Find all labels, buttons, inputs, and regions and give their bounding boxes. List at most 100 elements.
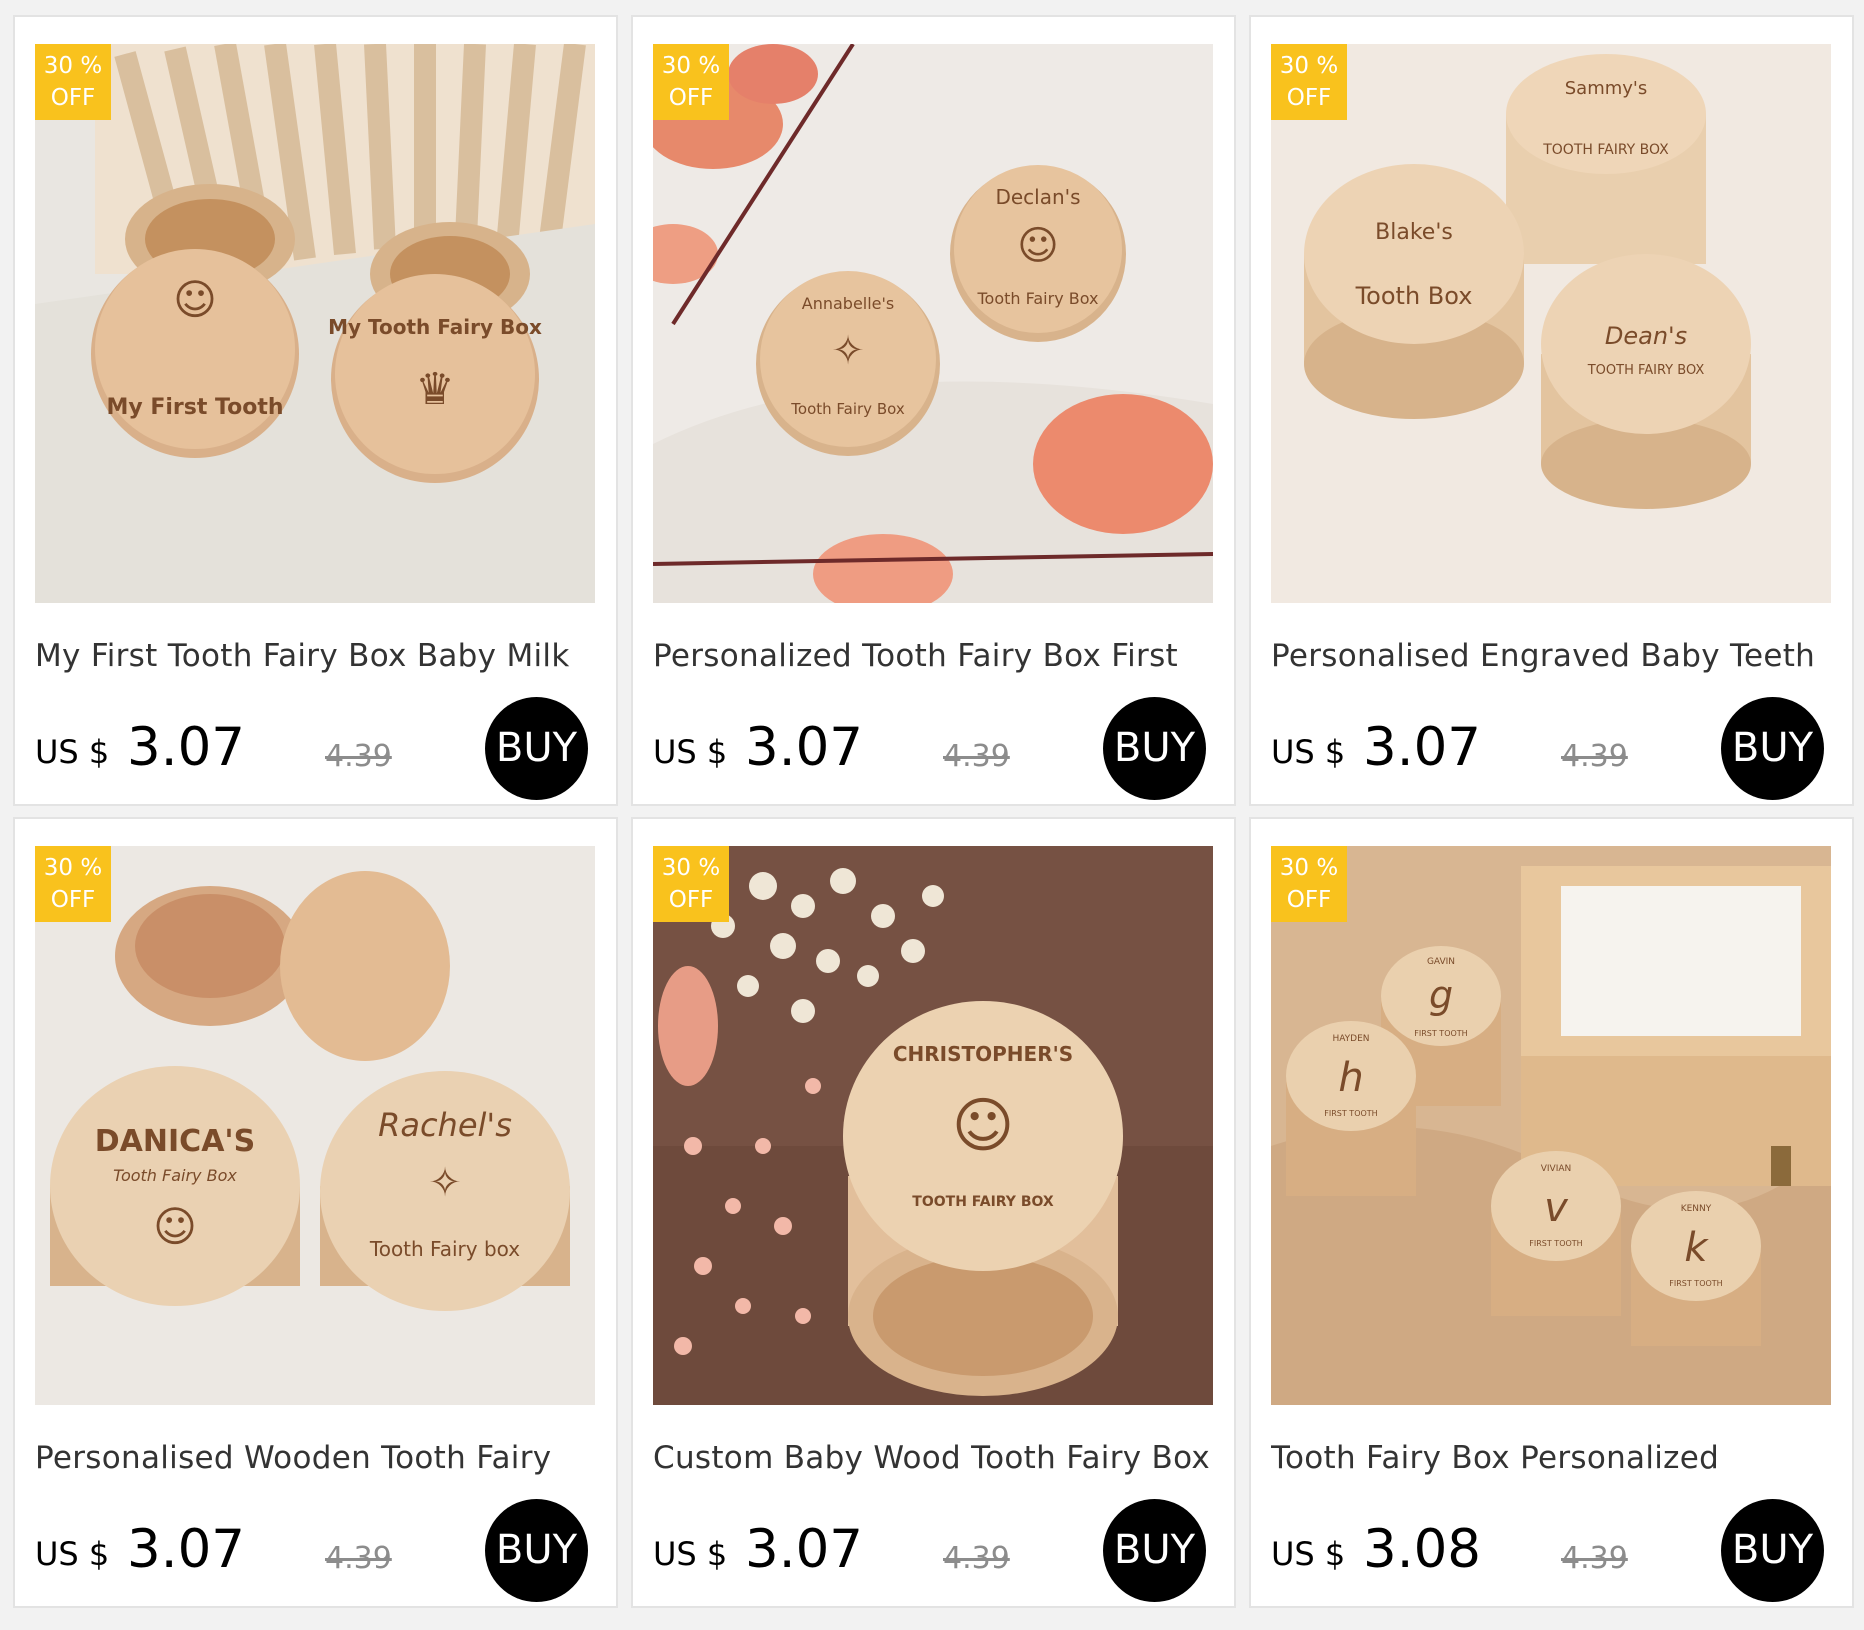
- product-card[interactable]: Annabelle's ✧ Tooth Fairy Box Declan's ☺…: [631, 15, 1236, 806]
- engraving-text: k: [1684, 1225, 1709, 1271]
- engraving-text: FIRST TOOTH: [1529, 1239, 1582, 1248]
- currency-label: US $: [35, 1535, 110, 1573]
- product-card[interactable]: ☺ My First Tooth My Tooth Fairy Box ♛ 30…: [13, 15, 618, 806]
- discount-percent: 30 %: [661, 855, 721, 881]
- product-image[interactable]: Sammy's TOOTH FAIRY BOX Blake's Tooth Bo…: [1271, 44, 1831, 603]
- currency-label: US $: [653, 733, 728, 771]
- product-photo: Sammy's TOOTH FAIRY BOX Blake's Tooth Bo…: [1271, 44, 1831, 603]
- svg-text:☺: ☺: [153, 1202, 197, 1251]
- discount-percent: 30 %: [1279, 53, 1339, 79]
- product-title[interactable]: Custom Baby Wood Tooth Fairy Box: [653, 1440, 1223, 1476]
- original-price: 4.39: [1561, 1541, 1628, 1576]
- buy-button[interactable]: BUY: [485, 1499, 588, 1602]
- engraving-text: v: [1544, 1185, 1569, 1231]
- product-photo: Annabelle's ✧ Tooth Fairy Box Declan's ☺…: [653, 44, 1213, 603]
- product-image[interactable]: DANICA'S Tooth Fairy Box ☺ Rachel's ✧ To…: [35, 846, 595, 1405]
- engraving-text: FIRST TOOTH: [1324, 1109, 1377, 1118]
- product-photo: DANICA'S Tooth Fairy Box ☺ Rachel's ✧ To…: [35, 846, 595, 1405]
- original-price: 4.39: [325, 1541, 392, 1576]
- original-price: 4.39: [943, 1541, 1010, 1576]
- discount-badge: 30 % OFF: [35, 44, 111, 120]
- engraving-text: DANICA'S: [95, 1124, 255, 1159]
- sale-price: 3.07: [127, 1519, 246, 1580]
- product-image[interactable]: g GAVIN FIRST TOOTH h HAYDEN FIRST TOOTH…: [1271, 846, 1831, 1405]
- sale-price: 3.07: [745, 1519, 864, 1580]
- svg-text:☺: ☺: [1017, 223, 1059, 269]
- engraving-text: Tooth Fairy Box: [977, 289, 1099, 308]
- discount-off: OFF: [668, 887, 714, 913]
- svg-text:♛: ♛: [415, 364, 454, 415]
- engraving-text: Annabelle's: [802, 294, 895, 313]
- product-card[interactable]: DANICA'S Tooth Fairy Box ☺ Rachel's ✧ To…: [13, 817, 618, 1608]
- buy-button[interactable]: BUY: [1721, 697, 1824, 800]
- sale-price: 3.07: [745, 717, 864, 778]
- discount-badge: 30 % OFF: [1271, 846, 1347, 922]
- currency-label: US $: [1271, 1535, 1346, 1573]
- discount-off: OFF: [1286, 887, 1332, 913]
- original-price: 4.39: [1561, 739, 1628, 774]
- discount-badge: 30 % OFF: [35, 846, 111, 922]
- product-title[interactable]: Personalised Wooden Tooth Fairy: [35, 1440, 605, 1476]
- sale-price: 3.07: [127, 717, 246, 778]
- discount-percent: 30 %: [43, 53, 103, 79]
- buy-button[interactable]: BUY: [1103, 1499, 1206, 1602]
- engraving-text: TOOTH FAIRY BOX: [912, 1194, 1054, 1210]
- engraving-text: KENNY: [1681, 1204, 1712, 1214]
- product-card[interactable]: CHRISTOPHER'S ☺ TOOTH FAIRY BOX 30 % OFF…: [631, 817, 1236, 1608]
- engraving-text: Tooth Fairy Box: [790, 400, 905, 418]
- sale-price: 3.08: [1363, 1519, 1482, 1580]
- engraving-text: My First Tooth: [106, 395, 283, 420]
- engraving-text: VIVIAN: [1541, 1164, 1572, 1174]
- engraving-text: My Tooth Fairy Box: [328, 315, 542, 339]
- product-title[interactable]: Personalized Tooth Fairy Box First: [653, 638, 1223, 674]
- engraving-text: Sammy's: [1565, 78, 1648, 99]
- discount-badge: 30 % OFF: [653, 846, 729, 922]
- engraving-text: Rachel's: [378, 1106, 512, 1144]
- engraving-text: Tooth Fairy box: [369, 1237, 520, 1261]
- engraving-text: TOOTH FAIRY BOX: [1587, 363, 1705, 378]
- discount-badge: 30 % OFF: [1271, 44, 1347, 120]
- currency-label: US $: [35, 733, 110, 771]
- engraving-text: FIRST TOOTH: [1669, 1279, 1722, 1288]
- product-image[interactable]: ☺ My First Tooth My Tooth Fairy Box ♛ 30…: [35, 44, 595, 603]
- engraving-text: FIRST TOOTH: [1414, 1029, 1467, 1038]
- svg-text:☺: ☺: [952, 1091, 1015, 1161]
- currency-label: US $: [653, 1535, 728, 1573]
- product-title[interactable]: Tooth Fairy Box Personalized: [1271, 1440, 1841, 1476]
- product-photo: ☺ My First Tooth My Tooth Fairy Box ♛: [35, 44, 595, 603]
- svg-text:✧: ✧: [831, 328, 865, 374]
- product-photo: CHRISTOPHER'S ☺ TOOTH FAIRY BOX: [653, 846, 1213, 1405]
- discount-off: OFF: [668, 85, 714, 111]
- discount-percent: 30 %: [43, 855, 103, 881]
- discount-percent: 30 %: [1279, 855, 1339, 881]
- discount-off: OFF: [50, 887, 96, 913]
- product-card[interactable]: g GAVIN FIRST TOOTH h HAYDEN FIRST TOOTH…: [1249, 817, 1854, 1608]
- product-photo: g GAVIN FIRST TOOTH h HAYDEN FIRST TOOTH…: [1271, 846, 1831, 1405]
- engraving-text: h: [1338, 1055, 1363, 1101]
- original-price: 4.39: [943, 739, 1010, 774]
- engraving-text: HAYDEN: [1332, 1034, 1369, 1044]
- original-price: 4.39: [325, 739, 392, 774]
- discount-off: OFF: [1286, 85, 1332, 111]
- discount-off: OFF: [50, 85, 96, 111]
- discount-badge: 30 % OFF: [653, 44, 729, 120]
- engraving-text: Dean's: [1605, 322, 1687, 350]
- product-title[interactable]: My First Tooth Fairy Box Baby Milk: [35, 638, 605, 674]
- sale-price: 3.07: [1363, 717, 1482, 778]
- engraving-text: Tooth Box: [1355, 282, 1473, 310]
- svg-text:☺: ☺: [173, 275, 217, 324]
- product-grid: ☺ My First Tooth My Tooth Fairy Box ♛ 30…: [0, 0, 1864, 1630]
- engraving-text: CHRISTOPHER'S: [893, 1042, 1073, 1066]
- engraving-text: TOOTH FAIRY BOX: [1542, 142, 1669, 158]
- engraving-text: g: [1429, 973, 1453, 1017]
- product-title[interactable]: Personalised Engraved Baby Teeth: [1271, 638, 1841, 674]
- product-image[interactable]: Annabelle's ✧ Tooth Fairy Box Declan's ☺…: [653, 44, 1213, 603]
- buy-button[interactable]: BUY: [1103, 697, 1206, 800]
- buy-button[interactable]: BUY: [485, 697, 588, 800]
- product-card[interactable]: Sammy's TOOTH FAIRY BOX Blake's Tooth Bo…: [1249, 15, 1854, 806]
- discount-percent: 30 %: [661, 53, 721, 79]
- engraving-text: Tooth Fairy Box: [113, 1166, 237, 1185]
- product-image[interactable]: CHRISTOPHER'S ☺ TOOTH FAIRY BOX 30 % OFF: [653, 846, 1213, 1405]
- buy-button[interactable]: BUY: [1721, 1499, 1824, 1602]
- currency-label: US $: [1271, 733, 1346, 771]
